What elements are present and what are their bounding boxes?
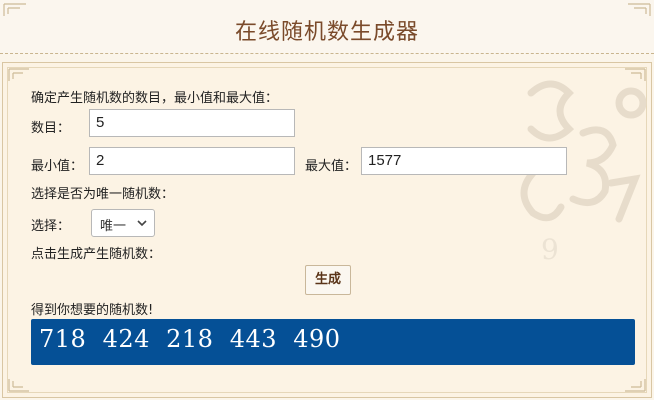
generate-prompt-label: 点击生成产生随机数：	[31, 247, 162, 262]
corner-ornament-panel-bottom-right	[625, 379, 646, 392]
unique-prompt-label: 选择是否为唯一随机数：	[31, 187, 175, 202]
count-input[interactable]: 5	[89, 109, 295, 137]
corner-ornament-panel-top-left	[8, 68, 29, 81]
unique-select-value: 唯一	[100, 219, 127, 234]
max-input[interactable]: 1577	[361, 147, 567, 175]
corner-ornament-top-left	[3, 3, 26, 16]
generator-panel: 9 确定产生随机数的数目，最小值和最大值： 数目： 5 最小值： 2 最大值： …	[2, 62, 652, 398]
max-label: 最大值：	[305, 159, 358, 174]
result-numbers: 718 424 218 443 490	[39, 325, 341, 353]
result-label: 得到你想要的随机数!	[31, 303, 154, 318]
generate-button[interactable]: 生成	[305, 265, 351, 295]
count-label: 数目：	[31, 121, 71, 136]
chevron-down-icon	[137, 220, 147, 227]
page: 在线随机数生成器 9 确定产生随机数的数目，最小值和最大值： 数目： 5 最小值…	[0, 0, 654, 400]
corner-ornament-top-right	[628, 3, 651, 16]
result-box: 718 424 218 443 490	[31, 319, 635, 365]
corner-ornament-panel-bottom-left	[8, 379, 29, 392]
intro-label: 确定产生随机数的数目，最小值和最大值：	[31, 91, 279, 106]
svg-text:9: 9	[541, 233, 559, 263]
unique-select[interactable]: 唯一	[91, 209, 155, 237]
header: 在线随机数生成器	[0, 0, 654, 54]
page-title: 在线随机数生成器	[234, 20, 419, 45]
min-label: 最小值：	[31, 159, 84, 174]
select-label: 选择：	[31, 219, 71, 234]
min-input[interactable]: 2	[89, 147, 295, 175]
header-divider	[0, 53, 654, 54]
